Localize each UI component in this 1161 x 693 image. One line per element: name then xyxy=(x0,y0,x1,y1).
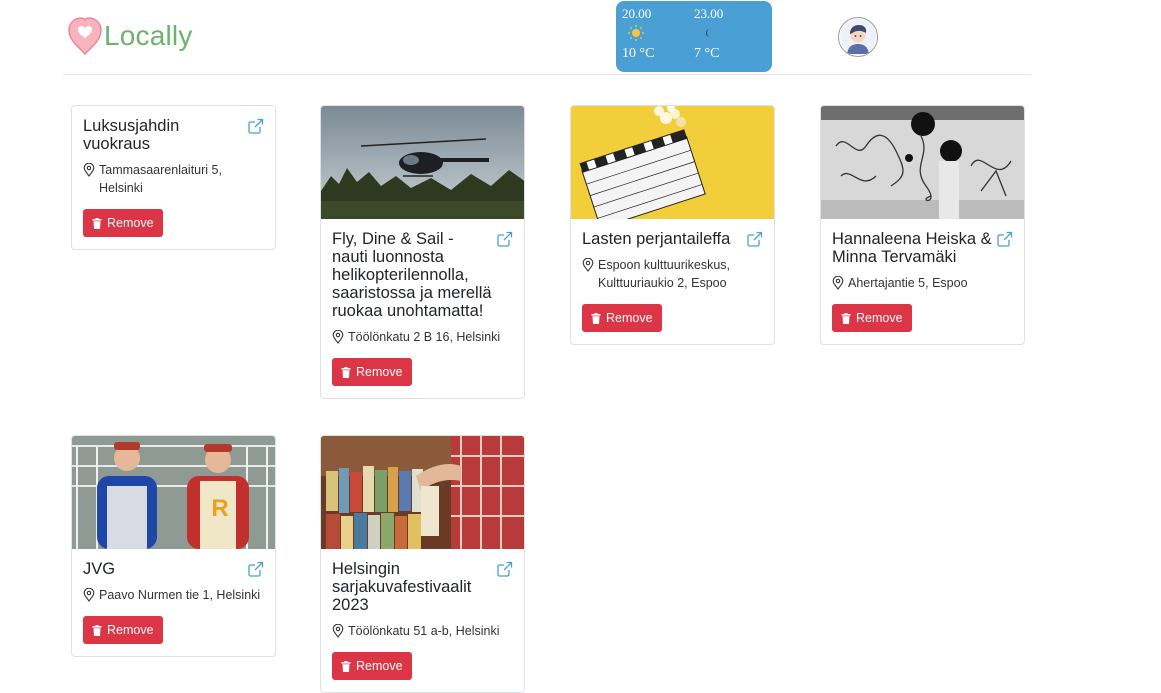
event-address: Tammasaarenlaituri 5, Helsinki xyxy=(99,163,222,195)
event-title: Helsingin sarjakuvafestivaalit 2023 xyxy=(332,560,472,614)
external-link-icon[interactable] xyxy=(248,561,264,577)
map-pin-icon xyxy=(83,163,95,177)
event-card: Fly, Dine & Sail - nauti luonnosta helik… xyxy=(320,105,525,399)
event-address: Ahertajantie 5, Espoo xyxy=(848,276,968,290)
event-location: Töölönkatu 51 a-b, Helsinki xyxy=(332,622,513,640)
remove-button[interactable]: Remove xyxy=(83,616,163,644)
weather-time: 20.00 xyxy=(622,6,652,21)
remove-label: Remove xyxy=(356,659,403,673)
remove-button[interactable]: Remove xyxy=(832,304,912,332)
trash-icon xyxy=(92,624,102,636)
comics-photo[interactable] xyxy=(321,436,525,549)
map-pin-icon xyxy=(582,258,594,272)
sun-icon xyxy=(622,24,682,42)
remove-button[interactable]: Remove xyxy=(83,209,163,237)
event-card: R JVG Paavo Nurmen tie 1, Helsinki Remov… xyxy=(71,435,276,657)
logo-text: Locally xyxy=(104,20,193,51)
trash-icon xyxy=(341,366,351,378)
event-address: Töölönkatu 51 a-b, Helsinki xyxy=(348,624,500,638)
event-location: Paavo Nurmen tie 1, Helsinki xyxy=(83,586,264,604)
trash-icon xyxy=(92,217,102,229)
event-title: Hannaleena Heiska & Minna Tervamäki xyxy=(832,230,992,266)
external-link-icon[interactable] xyxy=(497,231,513,247)
map-pin-icon xyxy=(832,276,844,290)
external-link-icon[interactable] xyxy=(747,231,763,247)
weather-temp: 10 °C xyxy=(622,46,655,61)
event-card: Luksusjahdin vuokraus Tammasaarenlaituri… xyxy=(71,105,276,250)
remove-label: Remove xyxy=(356,365,403,379)
external-link-icon[interactable] xyxy=(497,561,513,577)
moon-icon xyxy=(694,24,754,42)
weather-time: 23.00 xyxy=(694,6,724,21)
external-link-icon[interactable] xyxy=(997,231,1013,247)
remove-label: Remove xyxy=(606,311,653,325)
event-title: Lasten perjantaileffa xyxy=(582,230,731,248)
helicopter-photo[interactable] xyxy=(321,106,525,219)
remove-button[interactable]: Remove xyxy=(332,652,412,680)
event-location: Tammasaarenlaituri 5, Helsinki xyxy=(83,161,264,197)
weather-widget: 20.00 10 °C 23.00 7 °C xyxy=(616,1,772,72)
event-card: Hannaleena Heiska & Minna Tervamäki Aher… xyxy=(820,105,1025,345)
art-photo[interactable] xyxy=(821,106,1025,219)
event-address: Töölönkatu 2 B 16, Helsinki xyxy=(348,330,501,344)
event-location: Ahertajantie 5, Espoo xyxy=(832,274,1013,292)
external-link-icon[interactable] xyxy=(248,118,264,134)
weather-forecast-2: 23.00 7 °C xyxy=(694,6,754,63)
weather-forecast-1: 20.00 10 °C xyxy=(622,6,682,63)
trash-icon xyxy=(591,312,601,324)
remove-button[interactable]: Remove xyxy=(332,358,412,386)
event-location: Töölönkatu 2 B 16, Helsinki xyxy=(332,328,513,346)
remove-button[interactable]: Remove xyxy=(582,304,662,332)
event-address: Paavo Nurmen tie 1, Helsinki xyxy=(99,588,261,602)
map-pin-icon xyxy=(83,588,95,602)
map-pin-icon xyxy=(332,330,344,344)
event-title: JVG xyxy=(83,560,116,578)
trash-icon xyxy=(341,660,351,672)
clapperboard-photo[interactable] xyxy=(571,106,775,219)
event-card: Helsingin sarjakuvafestivaalit 2023 Tööl… xyxy=(320,435,525,693)
event-location: Espoon kulttuurikeskus, Kulttuuriaukio 2… xyxy=(582,256,763,292)
event-card: Lasten perjantaileffa Espoon kulttuurike… xyxy=(570,105,775,345)
remove-label: Remove xyxy=(107,216,154,230)
logo[interactable]: Locally xyxy=(68,17,193,55)
event-title: Luksusjahdin vuokraus xyxy=(83,117,180,153)
band-photo[interactable]: R xyxy=(72,436,276,549)
trash-icon xyxy=(841,312,851,324)
event-title: Fly, Dine & Sail - nauti luonnosta helik… xyxy=(332,230,492,320)
avatar[interactable] xyxy=(838,17,878,57)
weather-temp: 7 °C xyxy=(694,46,720,61)
heart-pin-icon xyxy=(68,17,102,55)
map-pin-icon xyxy=(332,624,344,638)
remove-label: Remove xyxy=(856,311,903,325)
remove-label: Remove xyxy=(107,623,154,637)
svg-text:R: R xyxy=(211,495,228,522)
event-address: Espoon kulttuurikeskus, Kulttuuriaukio 2… xyxy=(598,258,731,290)
app-header: Locally 20.00 10 °C 23.00 7 °C xyxy=(63,0,1031,75)
